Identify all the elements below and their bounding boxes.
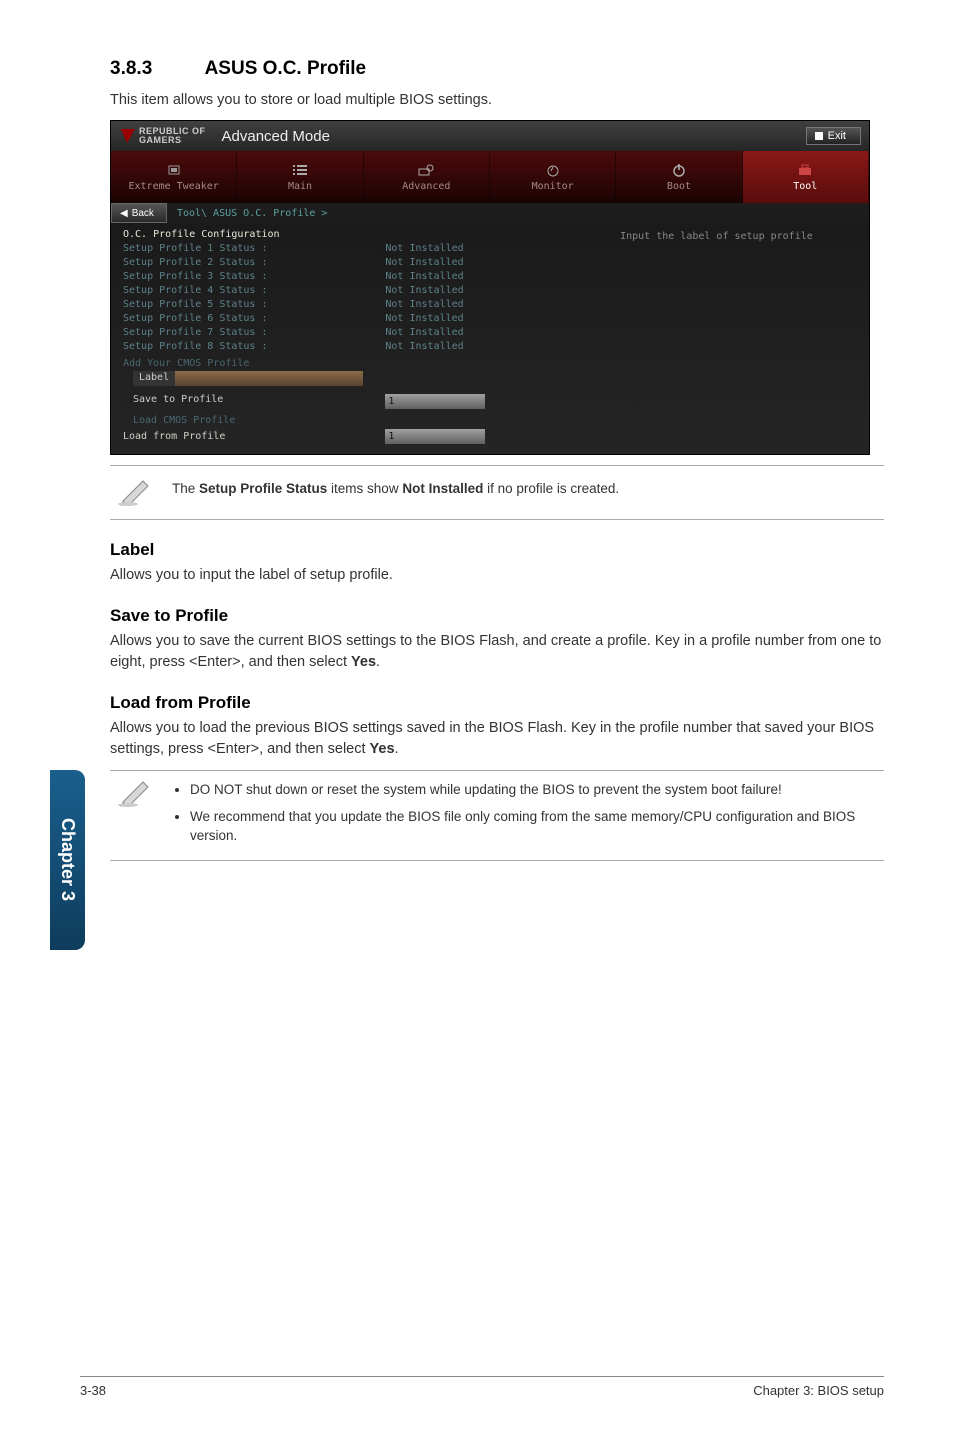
label-body: Allows you to input the label of setup p… [110,565,884,586]
load-heading: Load from Profile [110,693,884,713]
profile-status-row: Setup Profile 1 Status :Not Installed [123,242,600,256]
back-label: Back [132,208,154,219]
rog-logo: REPUBLIC OF GAMERS Advanced Mode [119,127,330,145]
chapter-side-tab: Chapter 3 [50,770,85,950]
back-button[interactable]: ◀ Back [111,203,167,223]
profile-status-row: Setup Profile 4 Status :Not Installed [123,284,600,298]
breadcrumb-text: Tool\ ASUS O.C. Profile > [167,203,328,223]
tab-main[interactable]: Main [237,151,363,203]
load-from-profile-input[interactable]: 1 [385,429,485,444]
label-heading: Label [110,540,884,560]
warning-list: DO NOT shut down or reset the system whi… [172,777,884,854]
bios-help-text: Input the label of setup profile [600,229,857,444]
load-body: Allows you to load the previous BIOS set… [110,718,884,760]
tab-extreme-tweaker[interactable]: Extreme Tweaker [111,151,237,203]
section-heading: 3.8.3 ASUS O.C. Profile [110,58,884,80]
back-arrow-icon: ◀ [120,208,128,219]
load-from-profile-label: Load from Profile [123,431,385,444]
save-body: Allows you to save the current BIOS sett… [110,631,884,673]
save-heading: Save to Profile [110,606,884,626]
profile-status-row: Setup Profile 2 Status :Not Installed [123,256,600,270]
profile-status-row: Setup Profile 6 Status :Not Installed [123,312,600,326]
add-cmos-heading: Add Your CMOS Profile [123,358,600,369]
rog-eye-icon [117,129,135,143]
bios-titlebar: REPUBLIC OF GAMERS Advanced Mode Exit [111,121,869,151]
save-to-profile-label: Save to Profile [123,394,385,409]
section-title-text: ASUS O.C. Profile [205,58,367,79]
warning-item: We recommend that you update the BIOS fi… [190,808,884,846]
exit-icon [815,132,823,140]
note-text: The Setup Profile Status items show Not … [172,476,884,499]
tab-tool[interactable]: Tool [743,151,869,203]
page-number: 3-38 [80,1383,106,1398]
exit-button[interactable]: Exit [806,127,861,145]
profile-status-row: Setup Profile 8 Status :Not Installed [123,340,600,354]
bios-tab-bar: Extreme Tweaker Main Advanced Monitor [111,151,869,203]
warning-item: DO NOT shut down or reset the system whi… [190,781,884,800]
profile-status-row: Setup Profile 7 Status :Not Installed [123,326,600,340]
note-pencil-icon [118,777,154,810]
advanced-mode-label: Advanced Mode [222,128,330,145]
tab-label: Advanced [402,181,450,192]
tab-label: Tool [793,181,817,192]
label-input-row: Label [133,371,363,386]
monitor-icon [545,162,561,178]
save-to-profile-input[interactable]: 1 [385,394,485,409]
tab-label: Extreme Tweaker [129,181,219,192]
bios-breadcrumb-bar: ◀ Back Tool\ ASUS O.C. Profile > [111,203,869,223]
tab-monitor[interactable]: Monitor [490,151,616,203]
exit-label: Exit [828,130,846,142]
chip-icon [166,162,182,178]
section-intro: This item allows you to store or load mu… [110,92,884,108]
tab-label: Boot [667,181,691,192]
profile-status-row: Setup Profile 3 Status :Not Installed [123,270,600,284]
power-icon [672,162,686,178]
list-icon [293,162,307,178]
section-number: 3.8.3 [110,58,200,80]
label-input[interactable] [175,371,363,386]
advanced-icon [418,162,434,178]
label-label: Label [133,371,175,386]
bios-screenshot: REPUBLIC OF GAMERS Advanced Mode Exit Ex… [110,120,870,455]
brand-bottom: GAMERS [139,136,206,145]
tab-boot[interactable]: Boot [616,151,742,203]
tab-label: Monitor [532,181,574,192]
toolbox-icon [797,162,813,178]
tab-advanced[interactable]: Advanced [364,151,490,203]
note-pencil-icon [118,476,154,509]
load-cmos-heading: Load CMOS Profile [123,415,600,426]
config-title: O.C. Profile Configuration [123,229,600,240]
profile-status-row: Setup Profile 5 Status :Not Installed [123,298,600,312]
tab-label: Main [288,181,312,192]
footer-chapter: Chapter 3: BIOS setup [753,1383,884,1398]
